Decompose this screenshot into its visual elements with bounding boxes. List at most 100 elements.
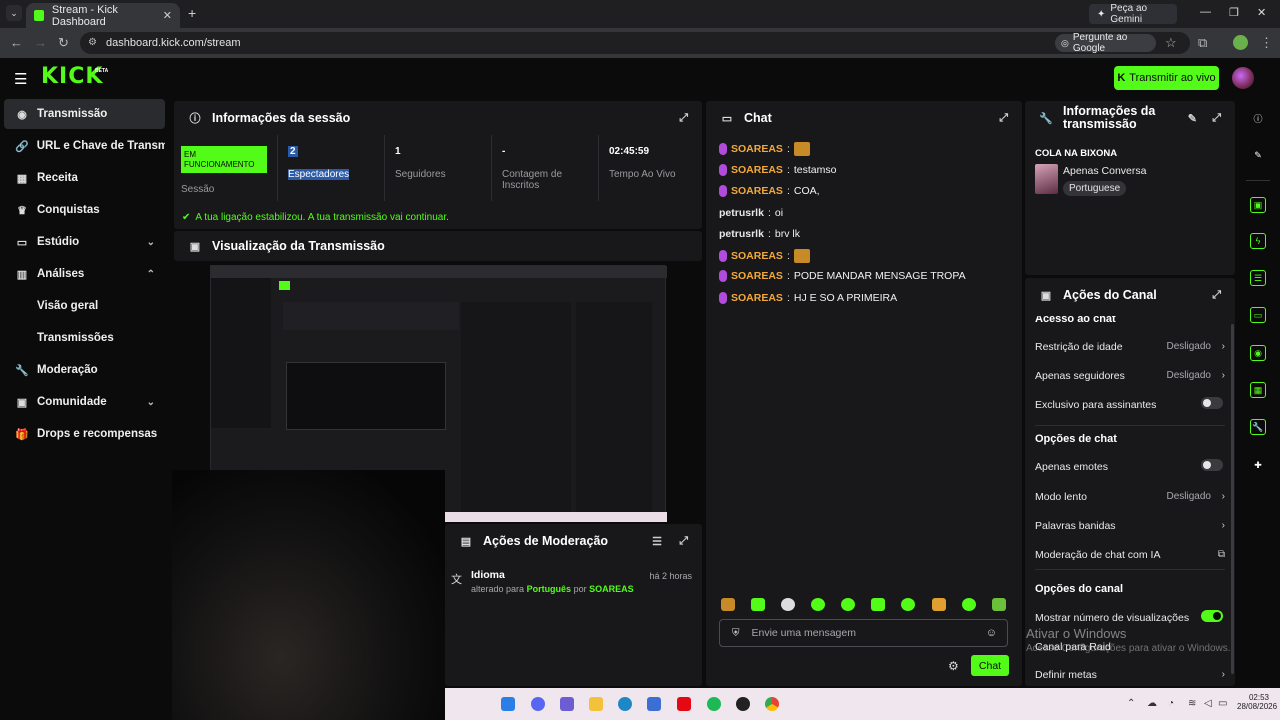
expand-icon[interactable]: ⤢ — [999, 112, 1008, 125]
sidebar-item-estudio[interactable]: ▭ Estúdio ⌄ — [4, 227, 165, 257]
send-chat-button[interactable]: Chat — [971, 655, 1009, 676]
tab-list-button[interactable]: ⌄ — [6, 5, 22, 21]
record-icon[interactable]: ◉ — [1250, 345, 1266, 361]
edit-pencil-icon[interactable]: ✎ — [1188, 112, 1197, 125]
chat-message[interactable]: petrusrlk: brv lk — [719, 228, 800, 240]
ask-google-button[interactable]: ◎ Pergunte ao Google — [1055, 32, 1156, 54]
expand-icon[interactable]: ⤢ — [679, 112, 688, 125]
age-restriction-row[interactable]: Restrição de idade Desligado › — [1035, 341, 1225, 353]
ai-moderation-row[interactable]: Moderação de chat com IA ⧉ — [1035, 549, 1225, 561]
bookmark-star-icon[interactable]: ☆ — [1165, 35, 1177, 51]
sidebar-subitem-transmissoes[interactable]: Transmissões — [37, 332, 114, 344]
discord-icon[interactable] — [531, 697, 545, 711]
gemini-button[interactable]: ✦ Peça ao Gemini — [1089, 3, 1177, 25]
emote-icon[interactable] — [992, 598, 1006, 611]
site-info-icon[interactable]: ⚙ — [88, 37, 97, 48]
chat-message[interactable]: SOAREAS: HJ E SO A PRIMEIRA — [719, 292, 897, 304]
mail-icon[interactable] — [647, 697, 661, 711]
chrome-icon[interactable] — [765, 697, 779, 711]
sidebar-item-url-key[interactable]: 🔗 URL e Chave de Transmissão — [4, 131, 165, 161]
sidebar-item-comunidade[interactable]: ▣ Comunidade ⌄ — [4, 387, 165, 417]
netflix-icon[interactable] — [677, 697, 691, 711]
browser-menu-icon[interactable]: ⋮ — [1260, 35, 1273, 51]
sidebar-item-transmissao[interactable]: ◉ Transmissão — [4, 99, 165, 129]
chat-message[interactable]: SOAREAS: testamso — [719, 164, 836, 176]
scrollbar[interactable] — [1231, 324, 1234, 674]
extensions-icon[interactable]: ⧉ — [1198, 35, 1207, 51]
sidebar-item-moderacao[interactable]: 🔧 Moderação — [4, 355, 165, 385]
video-panel-icon[interactable]: ▣ — [1250, 197, 1266, 213]
close-tab-icon[interactable]: ✕ — [163, 9, 172, 22]
chat-message[interactable]: SOAREAS: — [719, 249, 810, 263]
emote-icon[interactable] — [781, 598, 795, 611]
emote-icon[interactable] — [721, 598, 735, 611]
expand-icon[interactable]: ⤢ — [1212, 112, 1221, 125]
user-avatar[interactable] — [1232, 67, 1254, 89]
show-views-toggle[interactable] — [1201, 610, 1223, 622]
sidebar-item-drops[interactable]: 🎁 Drops e recompensas — [4, 419, 165, 449]
url-input[interactable]: dashboard.kick.com/stream — [80, 32, 1190, 54]
spotify-icon[interactable] — [707, 697, 721, 711]
chat-panel-icon[interactable]: ▭ — [1250, 307, 1266, 323]
subs-only-toggle[interactable] — [1201, 397, 1223, 409]
emote-icon[interactable] — [962, 598, 976, 611]
info-icon[interactable]: ⓘ — [1250, 110, 1266, 126]
emote-icon[interactable] — [811, 598, 825, 611]
profile-icon[interactable] — [1233, 35, 1248, 50]
chat-message[interactable]: SOAREAS: COA, — [719, 185, 820, 197]
headset-icon[interactable]: ◔ — [1168, 698, 1174, 709]
chat-message[interactable]: SOAREAS: PODE MANDAR MENSAGE TROPA — [719, 270, 966, 282]
add-panel-icon[interactable]: ✚ — [1250, 457, 1266, 473]
channel-panel-icon[interactable]: ▦ — [1250, 382, 1266, 398]
reload-icon[interactable]: ↻ — [58, 35, 69, 51]
volume-icon[interactable]: ◁ — [1204, 698, 1212, 709]
expand-icon[interactable]: ⤢ — [679, 535, 688, 548]
sidebar-item-receita[interactable]: ▦ Receita — [4, 163, 165, 193]
tray-chevron-icon[interactable]: ⌃ — [1127, 698, 1135, 709]
followers-only-row[interactable]: Apenas seguidores Desligado › — [1035, 370, 1225, 382]
wifi-icon[interactable]: ≋ — [1188, 698, 1196, 709]
minimize-icon[interactable]: — — [1200, 6, 1211, 18]
emotes-only-toggle[interactable] — [1201, 459, 1223, 471]
slow-mode-row[interactable]: Modo lento Desligado › — [1035, 491, 1225, 503]
edit-pencil-icon[interactable]: ✎ — [1250, 147, 1266, 163]
chat-message[interactable]: SOAREAS: — [719, 142, 810, 156]
expand-icon[interactable]: ⤢ — [1212, 289, 1221, 302]
category-name[interactable]: Apenas Conversa — [1063, 165, 1146, 177]
taskbar-clock[interactable]: 02:53 28/08/2026 — [1237, 693, 1277, 711]
list-panel-icon[interactable]: ☰ — [1250, 270, 1266, 286]
chat-settings-gear-icon[interactable]: ⚙ — [948, 659, 959, 673]
emote-icon[interactable] — [841, 598, 855, 611]
new-tab-icon[interactable]: + — [188, 5, 196, 21]
banned-words-row[interactable]: Palavras banidas › — [1035, 520, 1225, 532]
emote-icon[interactable] — [751, 598, 765, 611]
back-icon[interactable]: ← — [10, 35, 23, 50]
edge-icon[interactable] — [618, 697, 632, 711]
menu-icon[interactable]: ☰ — [14, 70, 27, 88]
close-window-icon[interactable]: ✕ — [1257, 6, 1266, 19]
emote-icon[interactable] — [901, 598, 915, 611]
chat-message-input[interactable]: ⛨ Envie uma mensagem ☺ — [719, 619, 1008, 647]
emote-icon[interactable] — [932, 598, 946, 611]
file-explorer-icon[interactable] — [589, 697, 603, 711]
mic-badge-icon — [719, 250, 727, 262]
wrench-panel-icon[interactable]: 🔧 — [1250, 419, 1266, 435]
forward-icon[interactable]: → — [34, 35, 47, 50]
lightning-icon[interactable]: ϟ — [1250, 233, 1266, 249]
battery-icon[interactable]: ▭ — [1218, 698, 1227, 709]
go-live-button[interactable]: K Transmitir ao vivo — [1114, 66, 1219, 90]
filter-icon[interactable]: ☰ — [652, 535, 662, 548]
sidebar-item-conquistas[interactable]: ♛ Conquistas — [4, 195, 165, 225]
emote-icon[interactable] — [871, 598, 885, 611]
windows-start-icon[interactable] — [501, 697, 515, 711]
copilot-icon[interactable] — [560, 697, 574, 711]
emoji-icon[interactable]: ☺ — [986, 627, 997, 639]
sidebar-item-analises[interactable]: ▥ Análises ⌃ — [4, 259, 165, 289]
chat-message[interactable]: petrusrlk: oi — [719, 207, 783, 219]
set-goals-row[interactable]: Definir metas › — [1035, 669, 1225, 681]
obs-icon[interactable] — [736, 697, 750, 711]
cloud-icon[interactable]: ☁ — [1147, 698, 1157, 709]
sidebar-subitem-visao-geral[interactable]: Visão geral — [37, 300, 98, 312]
browser-tab[interactable]: Stream - Kick Dashboard ✕ — [26, 3, 180, 28]
maximize-icon[interactable]: ❐ — [1229, 6, 1239, 19]
